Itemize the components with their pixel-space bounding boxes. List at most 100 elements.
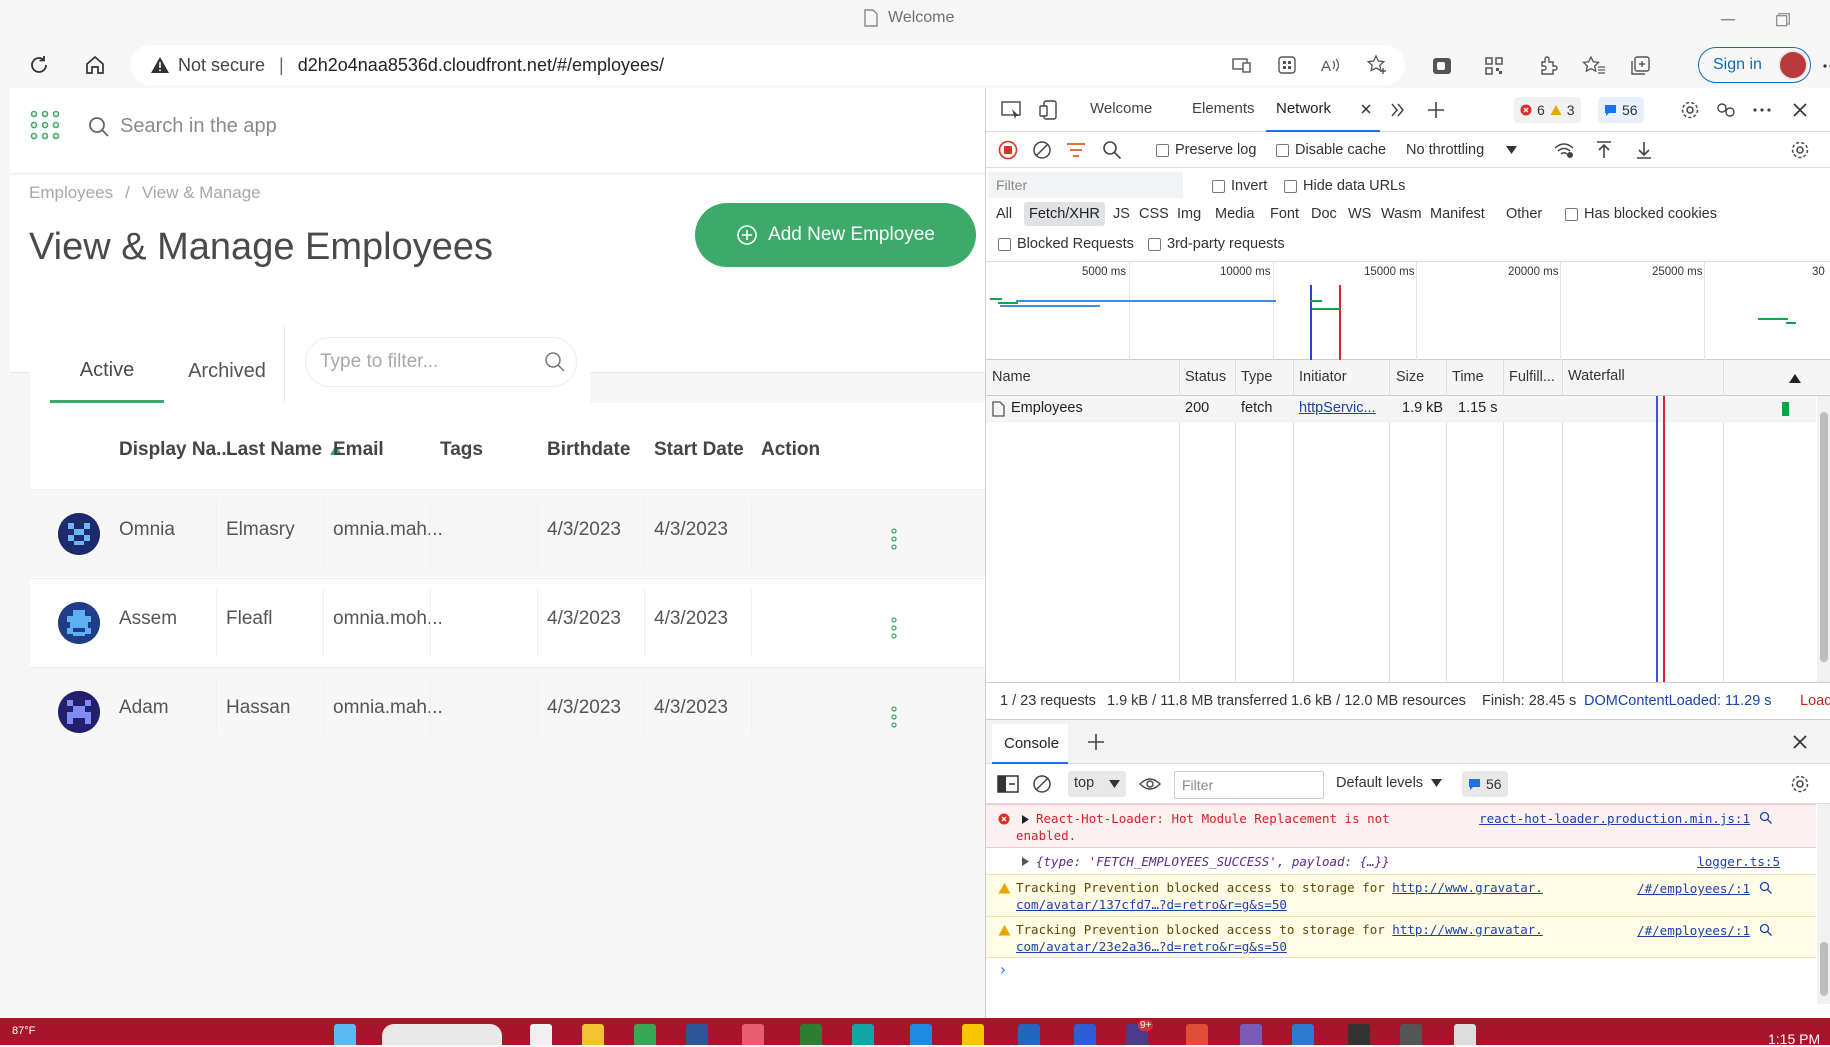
- office-extension-icon[interactable]: [1428, 52, 1456, 80]
- more-options-icon[interactable]: [1814, 52, 1830, 80]
- search-icon[interactable]: [1759, 881, 1772, 894]
- read-aloud-icon[interactable]: A: [1317, 51, 1345, 79]
- tab-elements[interactable]: Elements: [1192, 100, 1255, 117]
- table-row[interactable]: Omnia Elmasry omnia.mah... 4/3/2023 4/3/…: [30, 489, 985, 577]
- home-button[interactable]: [78, 48, 112, 82]
- settings-icon[interactable]: [1676, 96, 1704, 124]
- net-col-status[interactable]: Status: [1185, 369, 1226, 385]
- calendar-icon[interactable]: [742, 1024, 764, 1045]
- taskbar-app-icon[interactable]: [634, 1024, 656, 1045]
- sign-in-button[interactable]: Sign in: [1698, 47, 1811, 83]
- employee-filter-input[interactable]: Type to filter...: [305, 337, 577, 387]
- type-filter-ws[interactable]: WS: [1348, 206, 1371, 222]
- net-col-initiator[interactable]: Initiator: [1299, 369, 1347, 385]
- warning-url-link-cont[interactable]: com/avatar/23e2a36…?d=retro&r=g&s=50: [1016, 939, 1287, 954]
- edge-icon[interactable]: [910, 1024, 932, 1045]
- app-available-icon[interactable]: [1228, 51, 1256, 79]
- clear-console-icon[interactable]: [1028, 770, 1056, 798]
- network-filter-input[interactable]: Filter: [988, 172, 1183, 198]
- messages-badge[interactable]: 56: [1598, 97, 1644, 123]
- column-header-display-name[interactable]: Display Na...: [119, 439, 232, 461]
- network-conditions-icon[interactable]: [1550, 136, 1578, 164]
- weather-text[interactable]: 87°F: [12, 1025, 35, 1037]
- search-icon[interactable]: [1759, 811, 1772, 824]
- terminal-icon[interactable]: [1348, 1024, 1370, 1045]
- console-log-message[interactable]: {type: 'FETCH_EMPLOYEES_SUCCESS', payloa…: [986, 848, 1816, 874]
- add-drawer-tab-icon[interactable]: [1082, 728, 1110, 756]
- taskbar-app-icon[interactable]: [852, 1024, 874, 1045]
- live-expression-icon[interactable]: [1136, 770, 1164, 798]
- request-initiator-link[interactable]: httpServic...: [1299, 400, 1376, 416]
- tab-archived[interactable]: Archived: [170, 340, 284, 403]
- column-header-start-date[interactable]: Start Date: [654, 439, 744, 461]
- warning-source-link[interactable]: /#/employees/:1: [1637, 881, 1750, 896]
- console-sidebar-icon[interactable]: [994, 770, 1022, 798]
- taskbar-app-icon[interactable]: [1186, 1024, 1208, 1045]
- column-header-last-name[interactable]: Last Name: [226, 439, 343, 461]
- more-options-icon[interactable]: [1748, 96, 1776, 124]
- type-filter-manifest[interactable]: Manifest: [1430, 206, 1485, 222]
- clear-icon[interactable]: [1028, 136, 1056, 164]
- warning-url-link[interactable]: http://www.gravatar.: [1392, 880, 1543, 895]
- console-warning-message[interactable]: Tracking Prevention blocked access to st…: [986, 874, 1816, 916]
- device-toolbar-icon[interactable]: [1036, 96, 1064, 124]
- maximize-button[interactable]: [1765, 6, 1801, 34]
- net-col-fulfilled[interactable]: Fulfill...: [1509, 369, 1555, 385]
- sticky-notes-icon[interactable]: [962, 1024, 984, 1045]
- export-har-icon[interactable]: [1630, 136, 1658, 164]
- search-icon[interactable]: [1759, 923, 1772, 936]
- network-scrollbar[interactable]: [1817, 396, 1830, 682]
- taskbar-app-icon[interactable]: [1400, 1024, 1422, 1045]
- close-devtools-icon[interactable]: [1786, 96, 1814, 124]
- search-icon[interactable]: [1098, 136, 1126, 164]
- net-col-name[interactable]: Name: [992, 369, 1031, 385]
- extensions-icon[interactable]: [1534, 52, 1562, 80]
- console-settings-icon[interactable]: [1786, 770, 1814, 798]
- more-tabs-icon[interactable]: [1384, 96, 1412, 124]
- error-source-link[interactable]: react-hot-loader.production.min.js:1: [1479, 811, 1750, 826]
- taskbar-search-box[interactable]: [382, 1024, 502, 1045]
- net-col-size[interactable]: Size: [1396, 369, 1424, 385]
- add-favorite-icon[interactable]: [1363, 51, 1391, 79]
- third-party-requests-checkbox[interactable]: 3rd-party requests: [1148, 236, 1285, 252]
- console-scrollbar-thumb[interactable]: [1820, 942, 1828, 996]
- breadcrumb-employees[interactable]: Employees: [29, 183, 113, 202]
- type-filter-wasm[interactable]: Wasm: [1381, 206, 1422, 222]
- disable-cache-checkbox[interactable]: Disable cache: [1276, 142, 1386, 158]
- security-indicator[interactable]: Not secure: [150, 55, 265, 76]
- record-icon[interactable]: [994, 136, 1022, 164]
- throttling-select[interactable]: No throttling: [1406, 142, 1518, 158]
- tab-console[interactable]: Console: [992, 724, 1068, 764]
- row-actions-icon[interactable]: [890, 706, 898, 728]
- start-icon[interactable]: [334, 1024, 356, 1045]
- network-overview-timeline[interactable]: 5000 ms 10000 ms 15000 ms 20000 ms 25000…: [986, 262, 1830, 360]
- taskbar-app-icon[interactable]: [1240, 1024, 1262, 1045]
- type-filter-media[interactable]: Media: [1215, 206, 1255, 222]
- minimize-button[interactable]: [1710, 6, 1746, 34]
- column-header-email[interactable]: Email: [333, 439, 384, 461]
- console-warning-message[interactable]: Tracking Prevention blocked access to st…: [986, 916, 1816, 958]
- filter-icon[interactable]: [1062, 136, 1090, 164]
- close-drawer-icon[interactable]: [1786, 728, 1814, 756]
- hide-data-urls-checkbox[interactable]: Hide data URLs: [1284, 178, 1405, 194]
- network-scrollbar-thumb[interactable]: [1820, 412, 1828, 662]
- url-text[interactable]: d2h2o4naa8536d.cloudfront.net/#/employee…: [298, 55, 664, 76]
- table-row[interactable]: Assem Fleafl omnia.moh... 4/3/2023 4/3/2…: [30, 578, 985, 666]
- blocked-requests-checkbox[interactable]: Blocked Requests: [998, 236, 1134, 252]
- mail-icon[interactable]: [686, 1024, 708, 1045]
- import-har-icon[interactable]: [1590, 136, 1618, 164]
- add-tab-icon[interactable]: [1422, 96, 1450, 124]
- type-filter-css[interactable]: CSS: [1139, 206, 1169, 222]
- warning-source-link[interactable]: /#/employees/:1: [1637, 923, 1750, 938]
- invert-checkbox[interactable]: Invert: [1212, 178, 1267, 194]
- type-filter-js[interactable]: JS: [1113, 206, 1130, 222]
- type-filter-other[interactable]: Other: [1506, 206, 1542, 222]
- type-filter-fetch-xhr[interactable]: Fetch/XHR: [1024, 202, 1105, 226]
- table-row[interactable]: Adam Hassan omnia.mah... 4/3/2023 4/3/20…: [30, 667, 985, 734]
- qr-extension-icon[interactable]: [1480, 52, 1508, 80]
- vscode-icon[interactable]: [1292, 1024, 1314, 1045]
- taskbar-app-icon[interactable]: [800, 1024, 822, 1045]
- address-bar[interactable]: Not secure | d2h2o4naa8536d.cloudfront.n…: [130, 45, 1405, 85]
- inspect-element-icon[interactable]: [998, 96, 1026, 124]
- console-error-message[interactable]: React-Hot-Loader: Hot Module Replacement…: [986, 804, 1816, 848]
